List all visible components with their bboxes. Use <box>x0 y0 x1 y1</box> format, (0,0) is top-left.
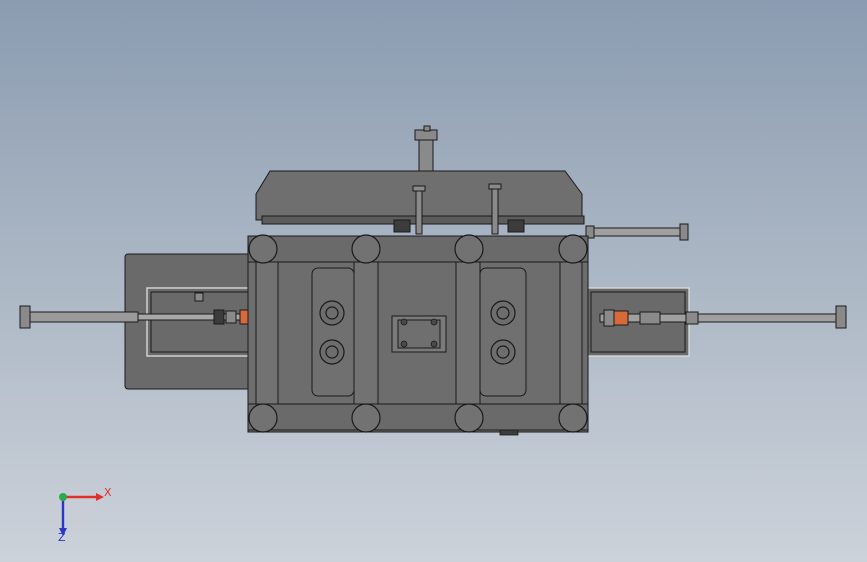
main-frame[interactable] <box>247 235 589 433</box>
upper-cover[interactable] <box>255 170 585 235</box>
top-cylinder[interactable] <box>414 125 438 173</box>
axis-triad: X Z <box>58 486 112 544</box>
cad-viewport[interactable]: X Z <box>0 0 867 562</box>
x-axis-label: X <box>104 486 112 499</box>
bottom-connector <box>499 429 519 436</box>
y-axis-origin-icon <box>59 493 67 501</box>
upper-right-cylinder[interactable] <box>585 223 689 241</box>
z-axis-label: Z <box>58 531 66 544</box>
x-axis-head-icon <box>96 493 104 501</box>
